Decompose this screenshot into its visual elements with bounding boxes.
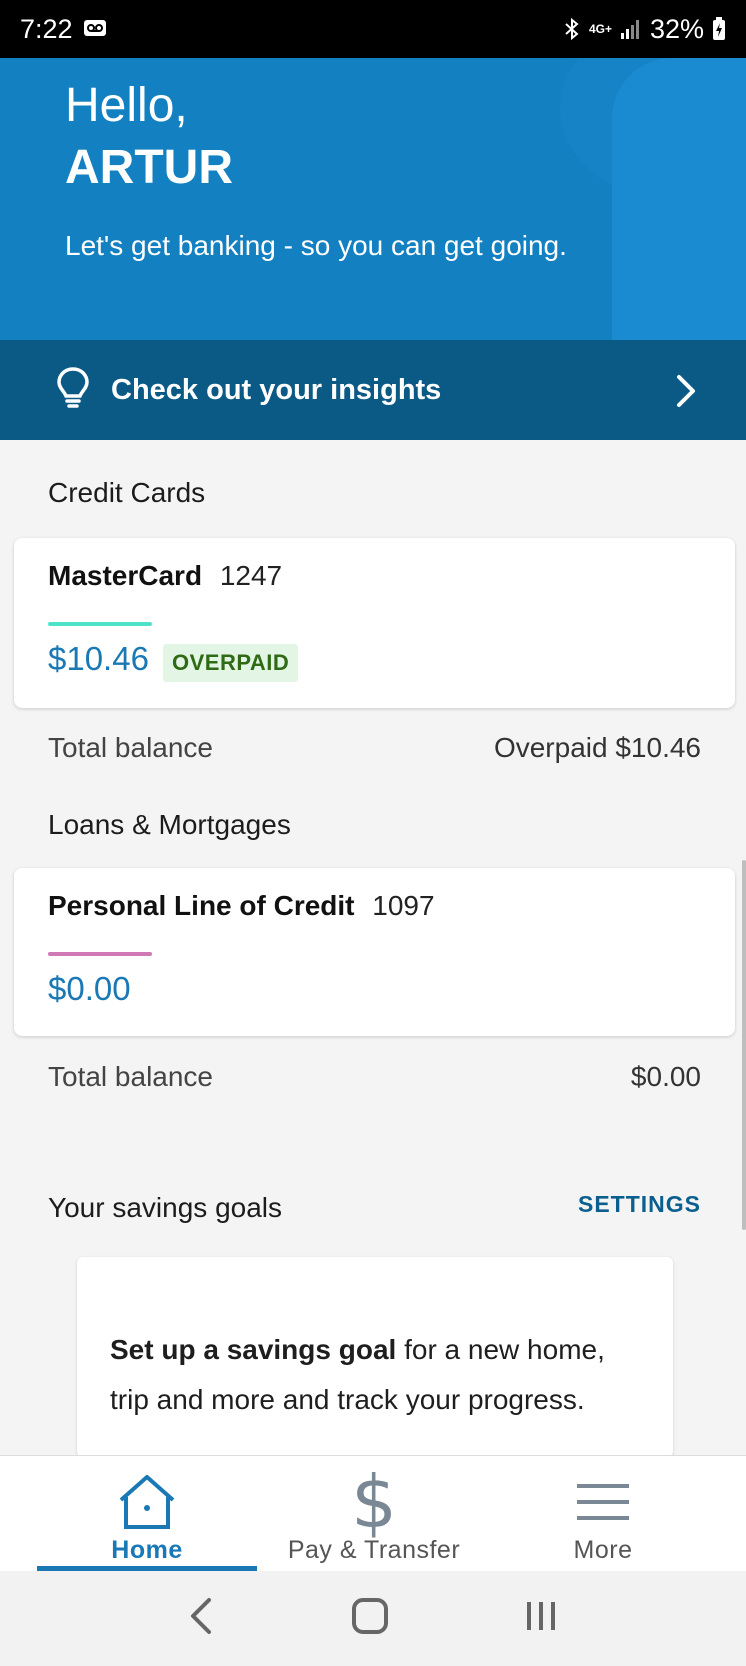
loans-total-row: Total balance $0.00 [48, 1061, 701, 1093]
nav-more[interactable]: More [493, 1456, 713, 1572]
account-card-line-of-credit[interactable]: Personal Line of Credit 1097 $0.00 [14, 868, 735, 1036]
lightbulb-icon [55, 366, 91, 415]
account-accent-rule [48, 952, 152, 956]
battery-charging-icon [712, 17, 726, 41]
savings-goal-prompt: Set up a savings goal for a new home, tr… [110, 1325, 650, 1425]
home-icon [117, 1468, 177, 1536]
section-title-savings-goals: Your savings goals [48, 1192, 283, 1223]
insights-banner[interactable]: Check out your insights [0, 340, 746, 440]
account-number: 1097 [372, 890, 435, 921]
account-name: MasterCard [48, 560, 203, 591]
total-balance-label: Total balance [48, 1061, 214, 1092]
nav-label: More [573, 1536, 633, 1564]
back-icon[interactable] [187, 1596, 217, 1641]
nav-pay-transfer[interactable]: $ Pay & Transfer [263, 1456, 485, 1572]
scrollbar[interactable] [742, 860, 746, 1230]
account-number: 1247 [219, 560, 283, 591]
status-time: 7:22 [20, 13, 73, 44]
dollar-icon: $ [351, 1460, 397, 1544]
network-type-label: 4G+ [588, 22, 612, 36]
account-card-mastercard[interactable]: MasterCard 1247 $10.46 OVERPAID [14, 538, 735, 708]
banner-decoration-panel [612, 58, 746, 340]
home-button-icon[interactable] [350, 1596, 390, 1641]
account-title: MasterCard 1247 [48, 560, 282, 592]
total-balance-label: Total balance [48, 732, 214, 763]
insights-label: Check out your insights [111, 373, 442, 406]
credit-cards-total-row: Total balance Overpaid $10.46 [48, 732, 701, 764]
savings-goal-card[interactable]: Set up a savings goal for a new home, tr… [77, 1257, 673, 1457]
bottom-nav: Home $ Pay & Transfer More [0, 1455, 746, 1572]
user-name: ARTUR [65, 141, 233, 194]
network-type-icon: 4G+ [589, 23, 612, 35]
account-balance: $10.46 [48, 640, 149, 677]
account-balance: $0.00 [48, 970, 131, 1007]
voicemail-icon [83, 14, 107, 45]
greeting-text: Hello, [65, 79, 188, 132]
recents-icon[interactable] [523, 1598, 559, 1639]
nav-home[interactable]: Home [37, 1456, 257, 1572]
status-bar: 7:22 4G+ 32% [0, 0, 746, 58]
bluetooth-icon [563, 17, 581, 41]
nav-label: Pay & Transfer [287, 1536, 461, 1564]
nav-label: Home [111, 1536, 183, 1564]
account-accent-rule [48, 622, 152, 626]
chevron-right-icon [676, 374, 696, 413]
system-nav-bar [0, 1571, 746, 1666]
menu-icon [575, 1468, 631, 1536]
total-balance-value: Overpaid $10.46 [493, 732, 701, 763]
screen: 7:22 4G+ 32% Hello, ARTUR Let's get bank… [0, 0, 746, 1666]
section-title-credit-cards: Credit Cards [48, 477, 206, 508]
savings-goal-prompt-bold: Set up a savings goal [110, 1334, 397, 1365]
account-name: Personal Line of Credit [48, 890, 355, 921]
status-badge: OVERPAID [163, 644, 299, 682]
section-title-loans: Loans & Mortgages [48, 809, 291, 840]
total-balance-value: $0.00 [630, 1061, 701, 1092]
battery-percent: 32% [649, 13, 704, 44]
signal-icon [620, 18, 642, 40]
settings-link[interactable]: SETTINGS [578, 1191, 701, 1218]
greeting-banner: Hello, ARTUR Let's get banking - so you … [0, 58, 746, 340]
greeting-tagline: Let's get banking - so you can get going… [65, 230, 567, 261]
account-title: Personal Line of Credit 1097 [48, 890, 435, 922]
